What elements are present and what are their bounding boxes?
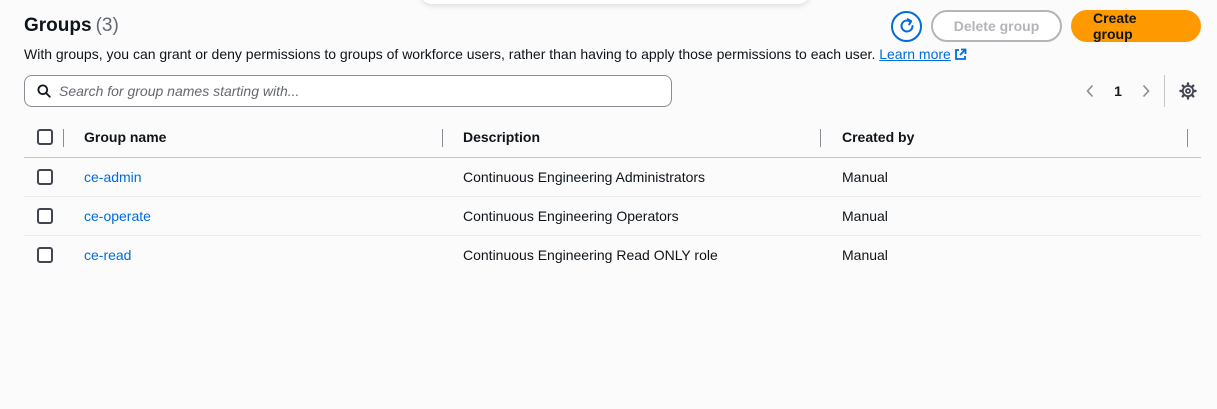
group-name-link[interactable]: ce-read — [84, 247, 131, 263]
row-checkbox[interactable] — [37, 207, 53, 224]
column-divider — [63, 129, 64, 147]
created-by-cell: Manual — [842, 157, 1201, 197]
header-actions: Delete group Create group — [891, 10, 1201, 42]
description-cell: Continuous Engineering Read ONLY role — [463, 246, 718, 263]
select-all-checkbox[interactable] — [37, 129, 53, 146]
preferences-button[interactable] — [1177, 80, 1199, 102]
description-cell: Continuous Engineering Administrators — [463, 157, 842, 197]
external-link-icon — [954, 48, 967, 60]
row-select-cell — [24, 157, 84, 197]
column-resizer[interactable] — [442, 129, 443, 147]
groups-table: Group name Description Created by ce-adm… — [24, 118, 1201, 274]
delete-group-button[interactable]: Delete group — [931, 10, 1062, 42]
column-header-group-name[interactable]: Group name — [84, 118, 463, 158]
column-resizer[interactable] — [1187, 129, 1188, 147]
refresh-button[interactable] — [891, 10, 922, 42]
gear-icon — [1179, 82, 1197, 100]
learn-more-label: Learn more — [879, 46, 951, 62]
row-checkbox[interactable] — [37, 168, 53, 185]
page-description: With groups, you can grant or deny permi… — [24, 46, 967, 62]
select-all-cell — [24, 118, 84, 158]
top-overlay — [420, 0, 810, 4]
search-input[interactable] — [59, 83, 649, 99]
group-name-cell: ce-operate — [84, 196, 463, 236]
learn-more-link[interactable]: Learn more — [879, 46, 967, 62]
page-header: Groups (3) Delete group Create group — [24, 10, 1201, 42]
search-icon — [37, 84, 51, 98]
column-resizer[interactable] — [820, 129, 821, 147]
column-header-description[interactable]: Description — [463, 118, 842, 158]
title-text: Groups — [24, 15, 92, 36]
description-text: With groups, you can grant or deny permi… — [24, 46, 876, 62]
group-name-cell: ce-admin — [84, 157, 463, 197]
pagination-divider — [1164, 75, 1165, 107]
search-field[interactable] — [24, 75, 672, 107]
created-by-cell: Manual — [842, 196, 1201, 236]
page-title: Groups (3) — [24, 15, 119, 37]
page-number[interactable]: 1 — [1100, 83, 1136, 99]
table-header-row: Group name Description Created by — [24, 118, 1201, 158]
create-group-button[interactable]: Create group — [1071, 10, 1201, 42]
row-select-cell — [24, 235, 84, 274]
table-row: ce-read Continuous Engineering Read ONLY… — [24, 235, 1201, 274]
table-row: ce-admin Continuous Engineering Administ… — [24, 157, 1201, 197]
next-page-button[interactable] — [1136, 79, 1156, 103]
group-count: (3) — [95, 15, 119, 36]
pagination: 1 — [1080, 75, 1199, 107]
table-row: ce-operate Continuous Engineering Operat… — [24, 196, 1201, 236]
group-name-link[interactable]: ce-operate — [84, 208, 151, 224]
chevron-left-icon — [1086, 84, 1094, 98]
description-cell: Continuous Engineering Operators — [463, 196, 842, 236]
previous-page-button[interactable] — [1080, 79, 1100, 103]
row-checkbox[interactable] — [37, 246, 53, 263]
row-select-cell — [24, 196, 84, 236]
group-name-link[interactable]: ce-admin — [84, 169, 142, 185]
chevron-right-icon — [1142, 84, 1150, 98]
created-by-cell: Manual — [842, 246, 888, 263]
refresh-icon — [900, 18, 913, 33]
group-name-cell: ce-read — [84, 235, 463, 274]
column-header-created-by[interactable]: Created by — [842, 118, 1201, 158]
